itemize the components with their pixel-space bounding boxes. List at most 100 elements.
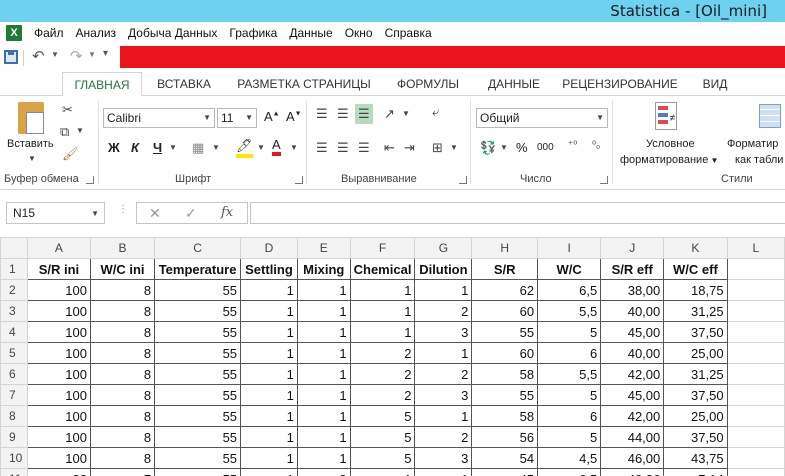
tab-formulas[interactable]: ФОРМУЛЫ [386, 72, 470, 96]
tab-data[interactable]: ДАННЫЕ [476, 72, 552, 96]
cell[interactable]: 8 [89, 321, 156, 343]
select-all-corner[interactable] [0, 237, 28, 259]
cell[interactable] [726, 447, 785, 469]
enter-icon[interactable]: ✓ [185, 205, 197, 222]
orientation-dropdown-icon[interactable]: ▼ [402, 109, 410, 118]
cell[interactable]: 8 [89, 300, 156, 322]
cell[interactable]: 88 [26, 468, 91, 476]
cell[interactable]: 5 [349, 447, 416, 469]
font-name-select[interactable]: Calibri ▼ [103, 108, 215, 128]
cell[interactable]: 55 [154, 300, 242, 322]
comma-style-button[interactable]: 000 [537, 142, 554, 153]
column-header[interactable]: B [89, 237, 156, 259]
row-header[interactable]: 10 [0, 447, 28, 469]
cell[interactable]: 1 [240, 447, 298, 469]
row-header[interactable]: 8 [0, 405, 28, 427]
cell[interactable] [726, 426, 785, 448]
insert-function-icon[interactable]: fx [221, 205, 233, 220]
cell[interactable]: 1 [296, 321, 351, 343]
tab-page-layout[interactable]: РАЗМЕТКА СТРАНИЦЫ [228, 72, 380, 96]
copy-icon[interactable]: ⧉ [60, 124, 69, 140]
redo-dropdown-icon[interactable]: ▼ [88, 50, 96, 59]
menu-graphics[interactable]: Графика [223, 22, 283, 44]
cell[interactable]: 2 [349, 363, 416, 385]
cell[interactable]: 46,00 [600, 447, 665, 469]
cell[interactable]: 60 [471, 300, 539, 322]
menu-analysis[interactable]: Анализ [70, 22, 123, 44]
cell[interactable] [726, 384, 785, 406]
cell[interactable]: 100 [26, 300, 91, 322]
accounting-format-icon[interactable]: 💱 [480, 140, 496, 156]
format-painter-icon[interactable]: 🖌 [62, 146, 79, 162]
cell[interactable]: 1 [240, 279, 298, 301]
align-top-icon[interactable]: ☰ [316, 106, 328, 122]
cell[interactable]: 1 [296, 447, 351, 469]
undo-icon[interactable]: ↶ [32, 47, 45, 65]
cell[interactable]: 8 [89, 279, 156, 301]
borders-dropdown-icon[interactable]: ▼ [212, 143, 220, 152]
cell[interactable]: 5,5 [537, 363, 602, 385]
cell[interactable]: 3 [414, 447, 473, 469]
cell[interactable]: 2 [349, 384, 416, 406]
save-icon[interactable] [4, 50, 18, 64]
cell[interactable]: 38,00 [600, 279, 665, 301]
font-launcher-icon[interactable] [295, 176, 303, 184]
row-header[interactable]: 5 [0, 342, 28, 364]
cell[interactable]: 5 [349, 426, 416, 448]
cell[interactable]: 100 [26, 384, 91, 406]
fill-color-icon[interactable]: 🖊 [236, 138, 253, 158]
row-header[interactable]: 3 [0, 300, 28, 322]
paste-button-label[interactable]: Вставить [7, 138, 54, 150]
excel-app-icon[interactable]: X [6, 25, 22, 41]
align-right-icon[interactable]: ☰ [358, 140, 370, 156]
cell[interactable]: 62 [471, 279, 539, 301]
accounting-dropdown-icon[interactable]: ▼ [500, 143, 508, 152]
cell[interactable]: 1 [296, 342, 351, 364]
align-middle-icon[interactable]: ☰ [337, 106, 349, 122]
cell[interactable]: 100 [26, 342, 91, 364]
cell[interactable]: 37,50 [663, 384, 728, 406]
cell[interactable]: 5 [537, 321, 602, 343]
cell[interactable]: 100 [26, 447, 91, 469]
header-cell[interactable]: S/R ini [26, 258, 91, 280]
row-header[interactable]: 9 [0, 426, 28, 448]
cell[interactable]: 55 [154, 279, 242, 301]
cell[interactable]: 8 [89, 405, 156, 427]
cell[interactable]: 2 [414, 426, 473, 448]
cell[interactable]: 1 [414, 279, 473, 301]
cell[interactable]: 55 [154, 384, 242, 406]
cell[interactable]: 55 [471, 384, 539, 406]
cell[interactable]: 54 [471, 447, 539, 469]
cell[interactable]: 1 [296, 279, 351, 301]
cell[interactable]: 1 [349, 300, 416, 322]
cell[interactable]: 8 [89, 384, 156, 406]
align-center-icon[interactable]: ☰ [337, 140, 349, 156]
cell[interactable]: 3 [414, 384, 473, 406]
cell[interactable]: 18,75 [663, 279, 728, 301]
menu-file[interactable]: Файл [28, 22, 70, 44]
cancel-icon[interactable]: ✕ [149, 205, 161, 222]
orientation-icon[interactable]: ↗ [384, 106, 395, 122]
cell[interactable]: 55 [471, 321, 539, 343]
tab-insert[interactable]: ВСТАВКА [146, 72, 222, 96]
cell[interactable] [726, 468, 785, 476]
header-cell[interactable]: Settling [240, 258, 298, 280]
cell[interactable]: 7 [89, 468, 156, 476]
cell[interactable]: 55 [154, 321, 242, 343]
bold-button[interactable]: Ж [108, 140, 120, 155]
redo-icon[interactable]: ↷ [70, 47, 83, 65]
cell[interactable]: 6,5 [537, 468, 602, 476]
alignment-launcher-icon[interactable] [459, 176, 467, 184]
cell[interactable]: 60 [471, 342, 539, 364]
underline-button[interactable]: Ч [153, 140, 162, 155]
cell[interactable]: 5 [349, 405, 416, 427]
row-header[interactable]: 6 [0, 363, 28, 385]
cell[interactable]: 55 [154, 447, 242, 469]
cell[interactable] [726, 300, 785, 322]
formula-bar-grip-icon[interactable]: ⋮ [118, 204, 128, 215]
cell[interactable]: 100 [26, 279, 91, 301]
cell[interactable]: 40,00 [600, 300, 665, 322]
cell[interactable]: 3 [296, 468, 351, 476]
cell[interactable]: 55 [154, 468, 242, 476]
cell[interactable]: 100 [26, 321, 91, 343]
